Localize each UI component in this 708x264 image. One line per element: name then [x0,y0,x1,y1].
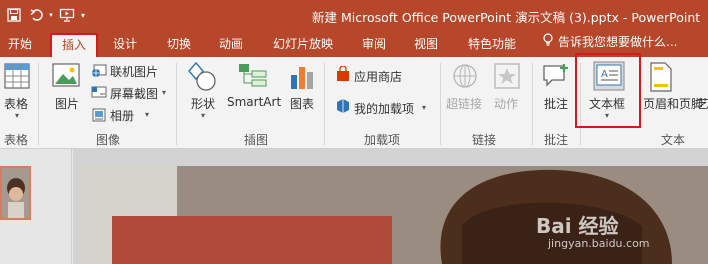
tab-view[interactable]: 视图 [408,33,444,57]
header-footer-icon[interactable] [650,62,672,95]
tell-me-box[interactable]: 告诉我您想要做什么... [542,33,677,50]
online-pictures-button[interactable]: 联机图片 [110,63,158,80]
my-addins-icon[interactable] [336,98,350,117]
store-icon[interactable] [336,65,350,85]
tab-animations[interactable]: 动画 [212,33,250,57]
album-button[interactable]: 相册 [110,107,134,124]
group-label-links: 链接 [472,133,497,147]
watermark-subtext: jingyan.baidu.com [548,237,650,250]
table-icon[interactable] [4,63,30,92]
tab-featured[interactable]: 特色功能 [460,33,524,57]
header-footer-button[interactable]: 页眉和页脚 [643,95,703,112]
undo-dropdown-icon[interactable]: ▾ [46,5,56,25]
screenshot-dropdown-icon[interactable]: ▾ [162,88,166,97]
tab-home[interactable]: 开始 [2,33,38,57]
album-dropdown-icon[interactable]: ▾ [145,110,149,119]
picture-button[interactable]: 图片 [55,95,79,112]
group-separator [532,63,533,145]
save-icon[interactable] [6,5,22,25]
group-separator [440,63,441,145]
group-label-addins: 加载项 [364,133,401,147]
shapes-button[interactable]: 形状 [191,95,215,112]
textbox-highlight-box [575,53,641,128]
slide-shape-rectangle [112,216,392,264]
group-separator [324,63,325,145]
slide-thumbnail-panel [0,149,72,264]
action-icon [494,63,520,94]
comment-button[interactable]: 批注 [544,95,568,112]
undo-icon[interactable] [28,5,46,25]
title-bar: ▾ ▾ 新建 Microsoft Office PowerPoint 演示文稿 … [0,0,708,30]
lightbulb-icon [542,33,554,50]
screenshot-icon[interactable] [91,84,107,103]
group-label-comments: 批注 [544,133,569,147]
slide-thumbnail[interactable] [0,166,31,220]
shapes-dropdown-icon[interactable]: ▾ [201,111,205,120]
tab-review[interactable]: 审阅 [356,33,392,57]
table-button[interactable]: 表格 [4,95,28,112]
tell-me-text: 告诉我您想要做什么... [558,35,678,49]
chart-icon[interactable] [289,63,315,94]
album-icon[interactable] [91,107,107,126]
slideshow-from-start-icon[interactable] [58,5,76,25]
picture-icon[interactable] [52,61,82,94]
hyperlink-icon [452,63,478,94]
customize-qat-icon[interactable]: ▾ [78,5,88,25]
smartart-button[interactable]: SmartArt [227,95,281,109]
group-label-images: 图像 [96,133,121,147]
chart-button[interactable]: 图表 [290,95,314,112]
shapes-icon[interactable] [188,61,218,96]
table-dropdown-icon[interactable]: ▾ [15,111,19,120]
window-title: 新建 Microsoft Office PowerPoint 演示文稿 (3).… [312,10,701,25]
group-label-tables: 表格 [4,133,29,147]
tab-design[interactable]: 设计 [106,33,144,57]
group-separator [38,63,39,145]
action-button: 动作 [494,97,519,111]
tab-insert[interactable]: 插入 [50,33,98,57]
smartart-icon[interactable] [238,63,268,94]
wordart-button[interactable]: 艺 [697,95,708,112]
my-addins-dropdown-icon[interactable]: ▾ [422,103,426,112]
group-label-text: 文本 [661,133,686,147]
group-separator [176,63,177,145]
hyperlink-button: 超链接 [446,97,483,111]
comment-icon[interactable] [542,62,570,93]
group-label-illustrations: 插图 [244,133,269,147]
my-addins-button[interactable]: 我的加载项 [354,100,414,117]
watermark-text: Bai 经验 [536,214,619,238]
tab-transitions[interactable]: 切换 [160,33,198,57]
screenshot-button[interactable]: 屏幕截图 [110,85,158,102]
tab-slideshow[interactable]: 幻灯片放映 [266,33,340,57]
online-pictures-icon[interactable] [91,62,107,81]
store-button[interactable]: 应用商店 [354,68,402,85]
